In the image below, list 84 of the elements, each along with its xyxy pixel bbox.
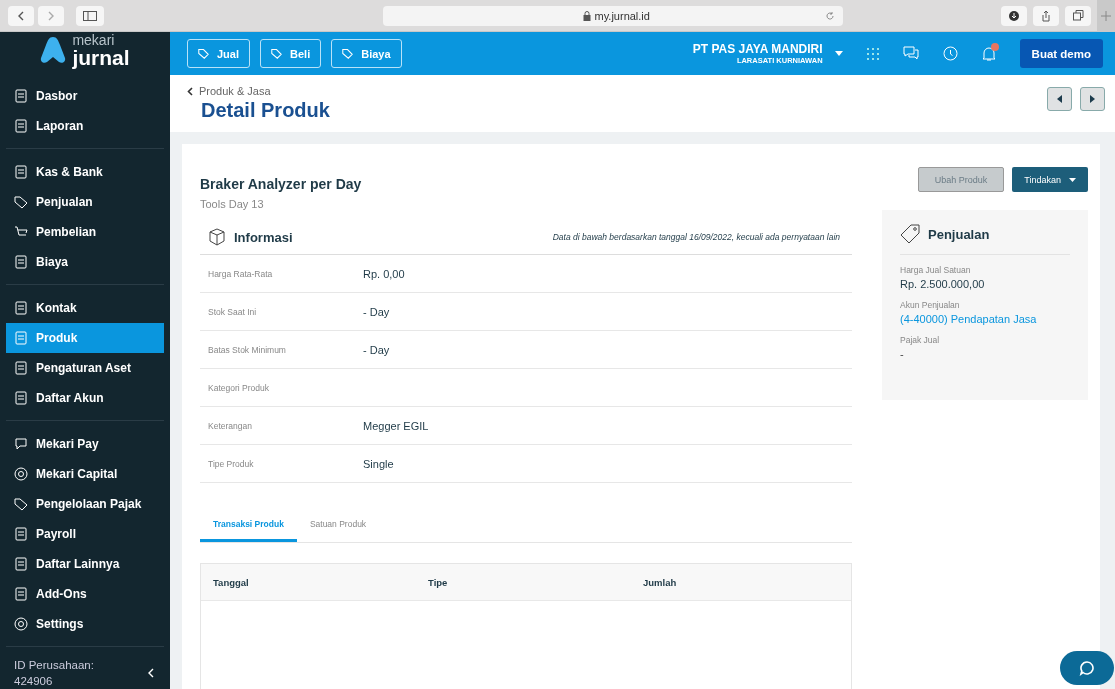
company-id: ID Perusahaan: 424906 (14, 657, 94, 689)
sidebar-icon (83, 10, 97, 21)
sidebar-toggle-button[interactable] (76, 5, 104, 26)
product-name: Braker Analyzer per Day (200, 176, 363, 192)
field-label: Harga Jual Satuan (900, 265, 972, 275)
download-button[interactable] (1001, 5, 1027, 26)
back-icon (17, 10, 25, 21)
field-value: Rp. 2.500.000,00 (900, 278, 986, 290)
back-button[interactable] (8, 5, 34, 26)
sidebar-item[interactable]: Mekari Capital (6, 458, 164, 489)
product-code: Tools Day 13 (200, 198, 265, 210)
next-button[interactable] (1080, 87, 1105, 111)
previous-button[interactable] (1047, 87, 1072, 111)
demo-button[interactable]: Buat demo (1019, 39, 1103, 68)
lock-icon (582, 10, 591, 21)
field-label: Kategori Produk (208, 382, 270, 393)
address-bar[interactable]: my.jurnal.id (382, 5, 843, 26)
column-header: Jumlah (643, 576, 678, 588)
chat-button[interactable] (1060, 651, 1114, 685)
logo-title: jurnal (72, 46, 130, 68)
chat-icon[interactable] (902, 46, 919, 61)
column-header: Tanggal (213, 576, 250, 588)
sidebar-item[interactable]: Daftar Lainnya (6, 548, 164, 579)
bell-icon[interactable] (981, 45, 996, 62)
field-label: Batas Stok Minimum (208, 344, 287, 355)
section-title: Informasi (234, 229, 293, 245)
breadcrumb-link[interactable]: Produk & Jasa (199, 85, 271, 97)
circle-icon (14, 466, 28, 481)
sidebar-item[interactable]: Settings (6, 608, 164, 639)
field-label: Akun Penjualan (900, 300, 961, 310)
download-icon (1009, 10, 1019, 21)
sidebar-item[interactable]: Pengaturan Aset (6, 352, 164, 383)
sidebar-item[interactable]: Kontak (6, 292, 164, 323)
apps-icon[interactable] (866, 47, 879, 60)
reload-icon[interactable] (824, 10, 835, 21)
field-value: - (900, 348, 905, 360)
tag-icon (900, 224, 920, 244)
share-icon (1041, 9, 1051, 22)
sidebar-item[interactable]: Laporan (6, 110, 164, 141)
field-label: Harga Rata-Rata (208, 268, 274, 279)
caret-left-icon (1057, 95, 1062, 103)
caret-icon (1069, 177, 1076, 182)
tabs-icon (1072, 10, 1084, 21)
field-label: Pajak Jual (900, 335, 941, 345)
clock-icon[interactable] (942, 46, 958, 61)
sidebar-item[interactable]: Dasbor (6, 80, 164, 111)
url-text: my.jurnal.id (594, 9, 650, 22)
field-label: Tipe Produk (208, 458, 255, 469)
sidebar-item[interactable]: Pengelolaan Pajak (6, 488, 164, 519)
forward-icon (47, 10, 55, 21)
sidebar-item[interactable]: Payroll (6, 518, 164, 549)
actions-button[interactable]: Tindakan (1012, 167, 1088, 192)
field-value: Megger EGIL (363, 419, 429, 432)
chat-icon (1079, 660, 1095, 676)
back-icon[interactable] (187, 86, 193, 96)
sidebar-item[interactable]: Daftar Akun (6, 382, 164, 413)
tabs-button[interactable] (1065, 5, 1091, 26)
field-value: - Day (363, 343, 390, 356)
sidebar-item[interactable]: Penjualan (6, 186, 164, 217)
logo-icon (40, 36, 67, 65)
tab[interactable]: Satuan Produk (296, 519, 380, 542)
sidebar-item[interactable]: Kas & Bank (6, 156, 164, 187)
share-button[interactable] (1033, 5, 1059, 26)
caret-icon (834, 51, 843, 56)
date-note: Data di bawah berdasarkan tanggal 16/09/2022, kecuali ada pernyataan lain (552, 232, 841, 242)
collapse-icon[interactable] (148, 667, 154, 678)
sidebar-item[interactable]: Mekari Pay (6, 428, 164, 459)
field-value: Rp. 0,00 (363, 267, 405, 280)
caret-right-icon (1090, 95, 1095, 103)
sidebar-item[interactable]: Biaya (6, 246, 164, 277)
panel-title: Penjualan (928, 226, 990, 242)
sidebar-item[interactable]: Add-Ons (6, 578, 164, 609)
field-value: - Day (363, 305, 390, 318)
field-label: Keterangan (208, 420, 253, 431)
field-value: Single (363, 457, 394, 470)
page-title: Detail Produk (201, 99, 330, 122)
sidebar-item[interactable]: Pembelian (6, 216, 164, 247)
tag-icon (14, 194, 28, 209)
column-header: Tipe (428, 576, 449, 588)
chat-icon (14, 436, 28, 451)
tag-icon (198, 48, 209, 59)
logo-subtitle: mekari (72, 32, 116, 47)
field-label: Stok Saat Ini (208, 306, 258, 317)
plus-icon (1101, 10, 1111, 21)
